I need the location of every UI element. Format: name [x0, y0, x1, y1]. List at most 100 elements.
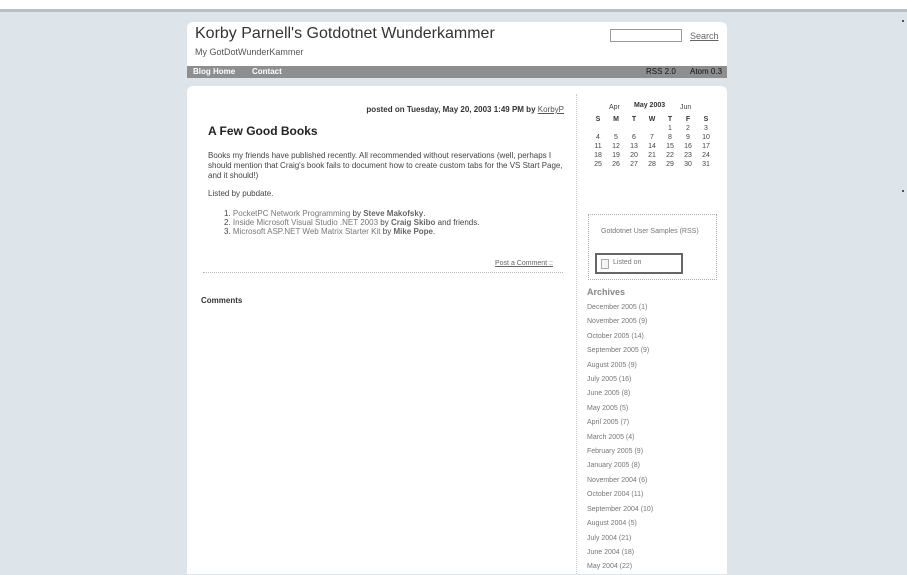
archive-link[interactable]: April 2005 (7) — [587, 416, 653, 430]
archive-link[interactable]: March 2005 (4) — [587, 431, 653, 445]
list-item: 3. Microsoft ASP.NET Web Matrix Starter … — [224, 227, 436, 236]
archive-link[interactable]: January 2005 (8) — [587, 459, 653, 473]
weekday: S — [595, 116, 601, 123]
calendar-day[interactable]: 13 — [625, 142, 643, 151]
calendar-day[interactable]: 14 — [643, 142, 661, 151]
post-meta: posted on Tuesday, May 20, 2003 1:49 PM … — [187, 105, 564, 114]
book-author[interactable]: Craig Skibo — [391, 218, 435, 227]
blog-title[interactable]: Korby Parnell's Gotdotnet Wunderkammer — [195, 25, 495, 43]
archive-link[interactable]: September 2004 (10) — [587, 503, 653, 517]
book-author[interactable]: Mike Pope — [393, 227, 433, 236]
calendar-day[interactable]: 28 — [643, 160, 661, 169]
calendar-day[interactable]: 18 — [589, 151, 607, 160]
calendar-day[interactable]: 1 — [661, 124, 679, 133]
calendar-day[interactable]: 31 — [697, 160, 715, 169]
archive-link[interactable]: December 2005 (1) — [587, 301, 653, 315]
edge-mark — [902, 190, 904, 192]
list-item: 1. PocketPC Network Programming by Steve… — [224, 209, 426, 218]
archive-link[interactable]: September 2005 (9) — [587, 344, 653, 358]
archive-link[interactable]: July 2004 (21) — [587, 532, 653, 546]
calendar-next-month[interactable]: Jun — [680, 104, 691, 111]
calendar-day[interactable]: 19 — [607, 151, 625, 160]
archives-list: December 2005 (1) November 2005 (9) Octobe… — [587, 301, 653, 575]
calendar-day[interactable]: 22 — [661, 151, 679, 160]
calendar-week: 25 26 27 28 29 30 31 — [589, 160, 715, 169]
archive-link[interactable]: May 2004 (22) — [587, 560, 653, 574]
calendar-day[interactable]: 6 — [625, 133, 643, 142]
calendar-day[interactable]: 10 — [697, 133, 715, 142]
archive-link[interactable]: November 2004 (6) — [587, 474, 653, 488]
feed-link[interactable]: Gotdotnet User Samples (RSS) — [601, 226, 706, 237]
post-paragraph: Books my friends have published recently… — [208, 151, 563, 180]
calendar-weekdays: S M T W T F S — [589, 115, 715, 124]
post-comment-area: Post a Comment :: — [495, 260, 553, 267]
book-title[interactable]: Inside Microsoft Visual Studio .NET 2003 — [233, 218, 378, 227]
archive-link[interactable]: October 2005 (14) — [587, 330, 653, 344]
archive-link[interactable]: November 2005 (9) — [587, 315, 653, 329]
calendar-day[interactable]: 8 — [661, 133, 679, 142]
calendar-day[interactable]: 24 — [697, 151, 715, 160]
calendar-prev-month[interactable]: Apr — [609, 104, 620, 111]
calendar-day[interactable]: 9 — [679, 133, 697, 142]
listed-on-button[interactable]: Listed on — [595, 253, 683, 274]
calendar-week: 18 19 20 21 22 23 24 — [589, 151, 715, 160]
weekday: T — [667, 116, 673, 123]
blog-subtitle: My GotDotWunderKammer — [195, 47, 304, 57]
calendar-week: 11 12 13 14 15 16 17 — [589, 142, 715, 151]
calendar-day[interactable]: 20 — [625, 151, 643, 160]
calendar-day[interactable]: 15 — [661, 142, 679, 151]
calendar-day[interactable]: 5 — [607, 133, 625, 142]
comment-separator: :: — [549, 260, 553, 267]
calendar-day[interactable]: 27 — [625, 160, 643, 169]
calendar-day[interactable]: 4 — [589, 133, 607, 142]
comments-heading: Comments — [201, 296, 243, 305]
calendar: Apr May 2003 Jun S M T W T F S 123456789… — [589, 102, 719, 169]
calendar-day[interactable]: 21 — [643, 151, 661, 160]
post-author-link[interactable]: KorbyP — [538, 105, 564, 114]
calendar-day[interactable]: 29 — [661, 160, 679, 169]
weekday: F — [685, 116, 691, 123]
nav-blog-home[interactable]: Blog Home — [193, 67, 235, 76]
calendar-day[interactable]: 26 — [607, 160, 625, 169]
archive-link[interactable]: June 2004 (18) — [587, 546, 653, 560]
calendar-day[interactable]: 3 — [697, 124, 715, 133]
post-body: Books my friends have published recently… — [208, 151, 568, 199]
nav-atom-feed[interactable]: Atom 0.3 — [690, 67, 722, 76]
main-content: posted on Tuesday, May 20, 2003 1:49 PM … — [187, 86, 727, 574]
calendar-day[interactable]: 17 — [697, 142, 715, 151]
feed-box: Gotdotnet User Samples (RSS) Listed on — [588, 214, 717, 280]
search-input[interactable] — [610, 29, 682, 42]
search-link[interactable]: Search — [690, 31, 719, 41]
edge-mark — [902, 20, 904, 22]
book-title[interactable]: Microsoft ASP.NET Web Matrix Starter Kit — [233, 227, 381, 236]
archive-link[interactable]: August 2004 (5) — [587, 517, 653, 531]
archive-link[interactable]: May 2005 (5) — [587, 402, 653, 416]
nav-rss-feed[interactable]: RSS 2.0 — [646, 67, 676, 76]
calendar-day[interactable]: 7 — [643, 133, 661, 142]
blog-header: Korby Parnell's Gotdotnet Wunderkammer M… — [187, 22, 727, 66]
archive-link[interactable]: October 2004 (11) — [587, 488, 653, 502]
archives-title: Archives — [587, 287, 626, 297]
book-list: 1. PocketPC Network Programming by Steve… — [224, 209, 479, 236]
calendar-day[interactable]: 12 — [607, 142, 625, 151]
listed-on-label: Listed on — [613, 259, 642, 266]
calendar-day[interactable]: 16 — [679, 142, 697, 151]
calendar-day[interactable]: 25 — [589, 160, 607, 169]
list-item: 2. Inside Microsoft Visual Studio .NET 2… — [224, 218, 480, 227]
calendar-day[interactable]: 30 — [679, 160, 697, 169]
post-comment-link[interactable]: Post a Comment — [495, 260, 547, 267]
nav-contact[interactable]: Contact — [252, 67, 282, 76]
archive-link[interactable]: February 2005 (9) — [587, 445, 653, 459]
archive-link[interactable]: July 2005 (16) — [587, 373, 653, 387]
calendar-day[interactable]: 11 — [589, 142, 607, 151]
book-author[interactable]: Steve Makofsky — [363, 209, 423, 218]
calendar-header: Apr May 2003 Jun — [589, 102, 719, 112]
archive-link[interactable]: June 2005 (8) — [587, 387, 653, 401]
archive-link[interactable]: August 2005 (9) — [587, 359, 653, 373]
calendar-day[interactable]: 23 — [679, 151, 697, 160]
book-title[interactable]: PocketPC Network Programming — [233, 209, 350, 218]
calendar-day — [625, 124, 643, 133]
calendar-day[interactable]: 2 — [679, 124, 697, 133]
weekday: M — [613, 116, 619, 123]
calendar-day — [643, 124, 661, 133]
